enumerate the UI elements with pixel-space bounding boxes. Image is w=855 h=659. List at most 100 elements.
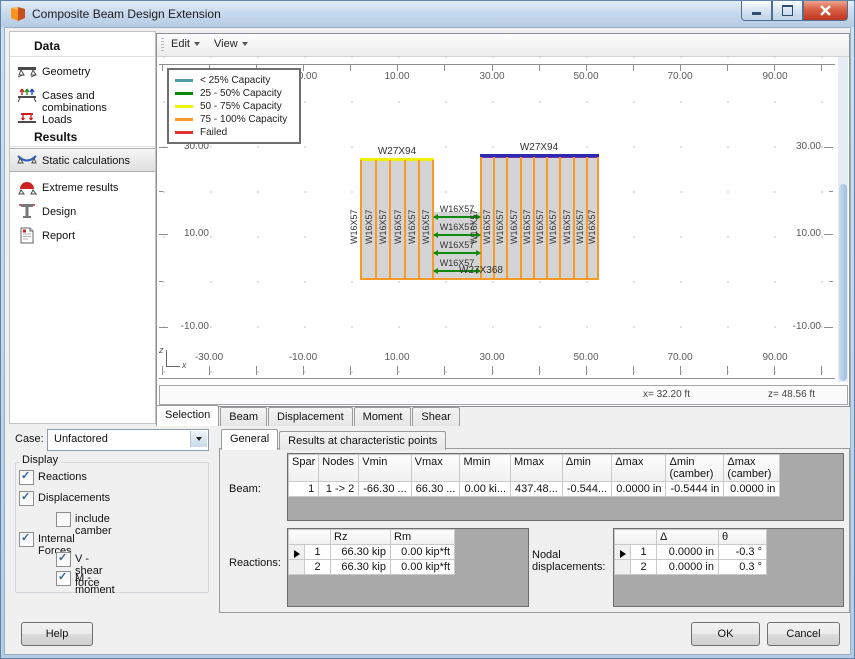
- close-button[interactable]: [803, 1, 848, 21]
- beam-line[interactable]: [432, 160, 434, 280]
- cell[interactable]: 0.0000 in: [656, 559, 719, 575]
- menu-edit[interactable]: Edit: [171, 38, 200, 50]
- beam-line[interactable]: [418, 160, 420, 280]
- beam-line[interactable]: [597, 157, 599, 280]
- legend-label: < 25% Capacity: [200, 75, 271, 86]
- beam-line[interactable]: [404, 160, 406, 280]
- cell[interactable]: 437.48...: [510, 481, 563, 497]
- cell[interactable]: 0.00 kip*ft: [390, 559, 455, 575]
- beam-line-green[interactable]: [433, 250, 481, 256]
- beam-line[interactable]: [559, 157, 561, 280]
- cell[interactable]: 0.00 ki...: [459, 481, 512, 497]
- cell[interactable]: 66.30 kip: [330, 544, 391, 560]
- tab-results-characteristic-points[interactable]: Results at characteristic points: [279, 431, 447, 450]
- cell[interactable]: -0.544...: [561, 481, 613, 497]
- cell[interactable]: 1: [287, 481, 320, 497]
- internal-forces-checkbox[interactable]: [19, 531, 34, 547]
- column-header[interactable]: Mmax: [510, 454, 563, 482]
- dialog-window: Composite Beam Design Extension Data Geo…: [0, 0, 855, 659]
- table-row[interactable]: 1 1 -> 2 -66.30 ... 66.30 ... 0.00 ki...…: [287, 481, 781, 497]
- include-camber-checkbox[interactable]: [56, 512, 71, 527]
- column-header[interactable]: θ: [718, 529, 767, 545]
- help-button[interactable]: Help: [21, 622, 93, 646]
- cancel-button[interactable]: Cancel: [767, 622, 840, 646]
- displacements-checkbox[interactable]: [19, 490, 34, 506]
- checkbox-label[interactable]: Displacements: [38, 492, 110, 504]
- cell[interactable]: -0.3 °: [718, 544, 767, 560]
- cell[interactable]: 0.00 kip*ft: [390, 544, 455, 560]
- vertical-scrollbar[interactable]: [838, 57, 848, 382]
- cell[interactable]: 0.0000 in: [656, 544, 719, 560]
- scrollbar-thumb[interactable]: [839, 184, 847, 381]
- cell[interactable]: 0.0000 in: [611, 481, 667, 497]
- moment-checkbox[interactable]: [56, 570, 71, 586]
- case-dropdown[interactable]: Unfactored: [47, 429, 209, 451]
- axis-label: 30.00: [479, 71, 505, 82]
- column-header[interactable]: Δmin: [561, 454, 613, 482]
- menu-view[interactable]: View: [214, 38, 248, 50]
- sidebar-item-report[interactable]: Report: [10, 224, 155, 248]
- cell[interactable]: 1: [630, 544, 657, 560]
- checkbox-label[interactable]: M - moment: [75, 572, 115, 596]
- table-row[interactable]: 2 66.30 kip 0.00 kip*ft: [288, 559, 455, 575]
- cell[interactable]: 1 -> 2: [318, 481, 360, 497]
- tab-selection[interactable]: Selection: [156, 405, 220, 426]
- checkbox-label[interactable]: Reactions: [38, 471, 87, 483]
- row-selector[interactable]: [614, 544, 631, 560]
- girder-top-left[interactable]: [360, 158, 434, 161]
- table-row[interactable]: 1 66.30 kip 0.00 kip*ft: [288, 544, 455, 560]
- tab-beam[interactable]: Beam: [220, 407, 268, 426]
- maximize-button[interactable]: [772, 1, 803, 21]
- checkbox-label[interactable]: include camber: [75, 513, 112, 537]
- cell[interactable]: 66.30 kip: [330, 559, 391, 575]
- beam-line[interactable]: [506, 157, 508, 280]
- beam-line[interactable]: [389, 160, 391, 280]
- column-header[interactable]: Δmax (camber): [723, 454, 781, 482]
- cell[interactable]: -0.5444 in: [665, 481, 725, 497]
- beam-line[interactable]: [375, 160, 377, 280]
- tab-general[interactable]: General: [221, 429, 279, 450]
- reactions-checkbox[interactable]: [19, 469, 34, 485]
- column-header[interactable]: Vmin: [358, 454, 412, 482]
- cell[interactable]: -66.30 ...: [358, 481, 412, 497]
- ok-button[interactable]: OK: [691, 622, 760, 646]
- tab-shear[interactable]: Shear: [412, 407, 460, 426]
- cell[interactable]: 66.30 ...: [410, 481, 461, 497]
- column-header[interactable]: Δ: [656, 529, 719, 545]
- beam-label: W16X57: [509, 209, 519, 244]
- tab-displacement[interactable]: Displacement: [268, 407, 353, 426]
- sidebar-item-cases[interactable]: Cases and combinations: [10, 84, 155, 114]
- column-header[interactable]: Mmin: [459, 454, 512, 482]
- beam-label: W16X57: [393, 209, 403, 244]
- minimize-button[interactable]: [741, 1, 772, 21]
- column-header[interactable]: Spar: [287, 454, 320, 482]
- table-row[interactable]: 1 0.0000 in -0.3 °: [614, 544, 767, 560]
- cell[interactable]: 0.0000 in: [723, 481, 781, 497]
- separator: [10, 56, 155, 57]
- sidebar-item-extreme-results[interactable]: Extreme results: [10, 176, 155, 200]
- column-header[interactable]: Rz: [330, 529, 391, 545]
- table-row[interactable]: 2 0.0000 in 0.3 °: [614, 559, 767, 575]
- column-header[interactable]: Vmax: [410, 454, 461, 482]
- row-selector[interactable]: [288, 559, 305, 575]
- cell[interactable]: 1: [304, 544, 331, 560]
- sidebar-item-loads[interactable]: Loads: [10, 108, 155, 132]
- cell[interactable]: 2: [630, 559, 657, 575]
- cell[interactable]: 0.3 °: [718, 559, 767, 575]
- beam-line[interactable]: [360, 160, 362, 280]
- row-selector[interactable]: [614, 559, 631, 575]
- column-header[interactable]: Rm: [390, 529, 455, 545]
- cell[interactable]: 2: [304, 559, 331, 575]
- sidebar-item-geometry[interactable]: Geometry: [10, 60, 155, 84]
- shear-force-checkbox[interactable]: [56, 551, 71, 567]
- toolbar-grip[interactable]: [161, 38, 164, 52]
- row-selector[interactable]: [288, 544, 305, 560]
- column-header[interactable]: Δmin (camber): [665, 454, 725, 482]
- column-header[interactable]: Nodes: [318, 454, 360, 482]
- tab-moment[interactable]: Moment: [353, 407, 412, 426]
- model-viewport[interactable]: Edit View -10.00 10.00 30.00 50.00 70.00…: [156, 33, 850, 407]
- sidebar-item-design[interactable]: Design: [10, 200, 155, 224]
- sidebar-item-static-calculations[interactable]: Static calculations: [10, 148, 155, 172]
- dropdown-button[interactable]: [190, 431, 207, 447]
- column-header[interactable]: Δmax: [611, 454, 667, 482]
